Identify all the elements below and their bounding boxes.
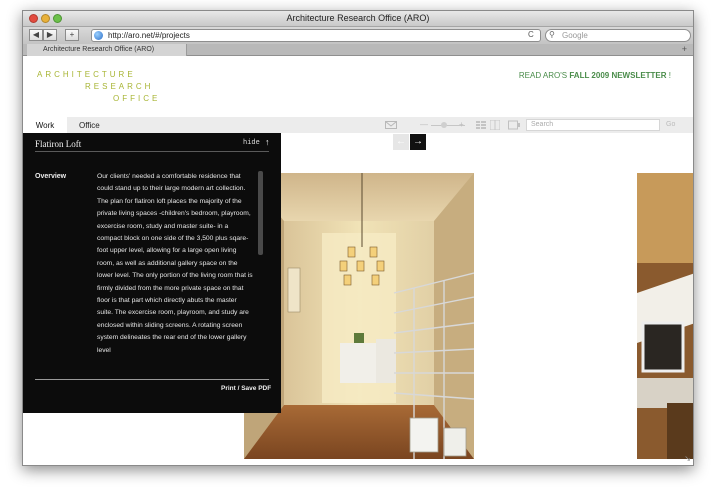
browser-tab[interactable]: Architecture Research Office (ARO)	[27, 44, 187, 56]
newsletter-suffix: !	[666, 71, 671, 80]
grid-view-icon[interactable]	[489, 119, 501, 131]
overview-text: Our clients' needed a comfortable reside…	[97, 173, 253, 354]
zoom-out-icon[interactable]: —	[420, 120, 428, 130]
logo-line: RESEARCH	[85, 82, 154, 91]
logo-line: ARCHITECTURE	[37, 70, 136, 79]
project-info-panel: Flatiron Loft hide ↑ Overview Our client…	[23, 133, 281, 413]
magnifier-icon: ⚲	[549, 30, 555, 39]
next-image-button[interactable]: →	[410, 134, 426, 150]
newsletter-link[interactable]: READ ARO'S FALL 2009 NEWSLETTER !	[519, 71, 671, 80]
divider	[35, 151, 269, 152]
search-go-button[interactable]: Go	[666, 119, 675, 131]
site-search-input[interactable]: Search	[526, 119, 660, 131]
add-bookmark-button[interactable]: +	[65, 29, 79, 41]
newsletter-highlight: FALL 2009 NEWSLETTER	[569, 71, 667, 80]
back-button[interactable]: ◀	[29, 29, 43, 41]
new-tab-icon[interactable]: +	[682, 44, 687, 55]
site-nav-bar: Work Office — + Search Go	[23, 117, 693, 133]
address-bar[interactable]: http://aro.net/#/projects	[91, 29, 541, 42]
forward-button[interactable]: ▶	[43, 29, 57, 41]
tab-bar: Architecture Research Office (ARO) +	[23, 44, 693, 56]
divider	[35, 379, 269, 380]
mail-icon[interactable]	[385, 120, 397, 130]
web-page: ARCHITECTURE RESEARCH OFFICE READ ARO'S …	[23, 57, 693, 465]
reload-icon[interactable]: C	[528, 30, 534, 39]
project-photo-next[interactable]	[637, 173, 693, 459]
prev-image-button[interactable]: ←	[393, 134, 409, 150]
project-title: Flatiron Loft	[35, 139, 82, 149]
title-bar: Architecture Research Office (ARO)	[23, 11, 693, 27]
print-save-pdf-link[interactable]: Print / Save PDF	[221, 385, 271, 392]
arrow-up-icon[interactable]: ↑	[265, 137, 270, 147]
nav-work[interactable]: Work	[23, 117, 67, 133]
slideshow-icon[interactable]	[508, 120, 520, 130]
zoom-in-icon[interactable]: +	[459, 120, 464, 130]
overview-label: Overview	[35, 173, 67, 180]
hide-panel-button[interactable]: hide	[243, 139, 260, 147]
globe-icon	[94, 31, 103, 40]
browser-search-field[interactable]: Google	[545, 29, 691, 42]
browser-window: Architecture Research Office (ARO) ◀ ▶ +…	[22, 10, 694, 466]
list-view-icon[interactable]	[476, 120, 486, 130]
aro-logo[interactable]: ARCHITECTURE RESEARCH OFFICE	[37, 69, 160, 105]
window-title: Architecture Research Office (ARO)	[286, 13, 430, 23]
newsletter-prefix: READ ARO'S	[518, 71, 570, 80]
browser-toolbar: ◀ ▶ + http://aro.net/#/projects C Google…	[23, 27, 693, 44]
zoom-slider-handle[interactable]	[441, 122, 447, 128]
resize-grip-icon[interactable]: ↘	[684, 454, 691, 463]
logo-line: OFFICE	[113, 94, 161, 103]
panel-scrollbar[interactable]	[258, 171, 263, 255]
